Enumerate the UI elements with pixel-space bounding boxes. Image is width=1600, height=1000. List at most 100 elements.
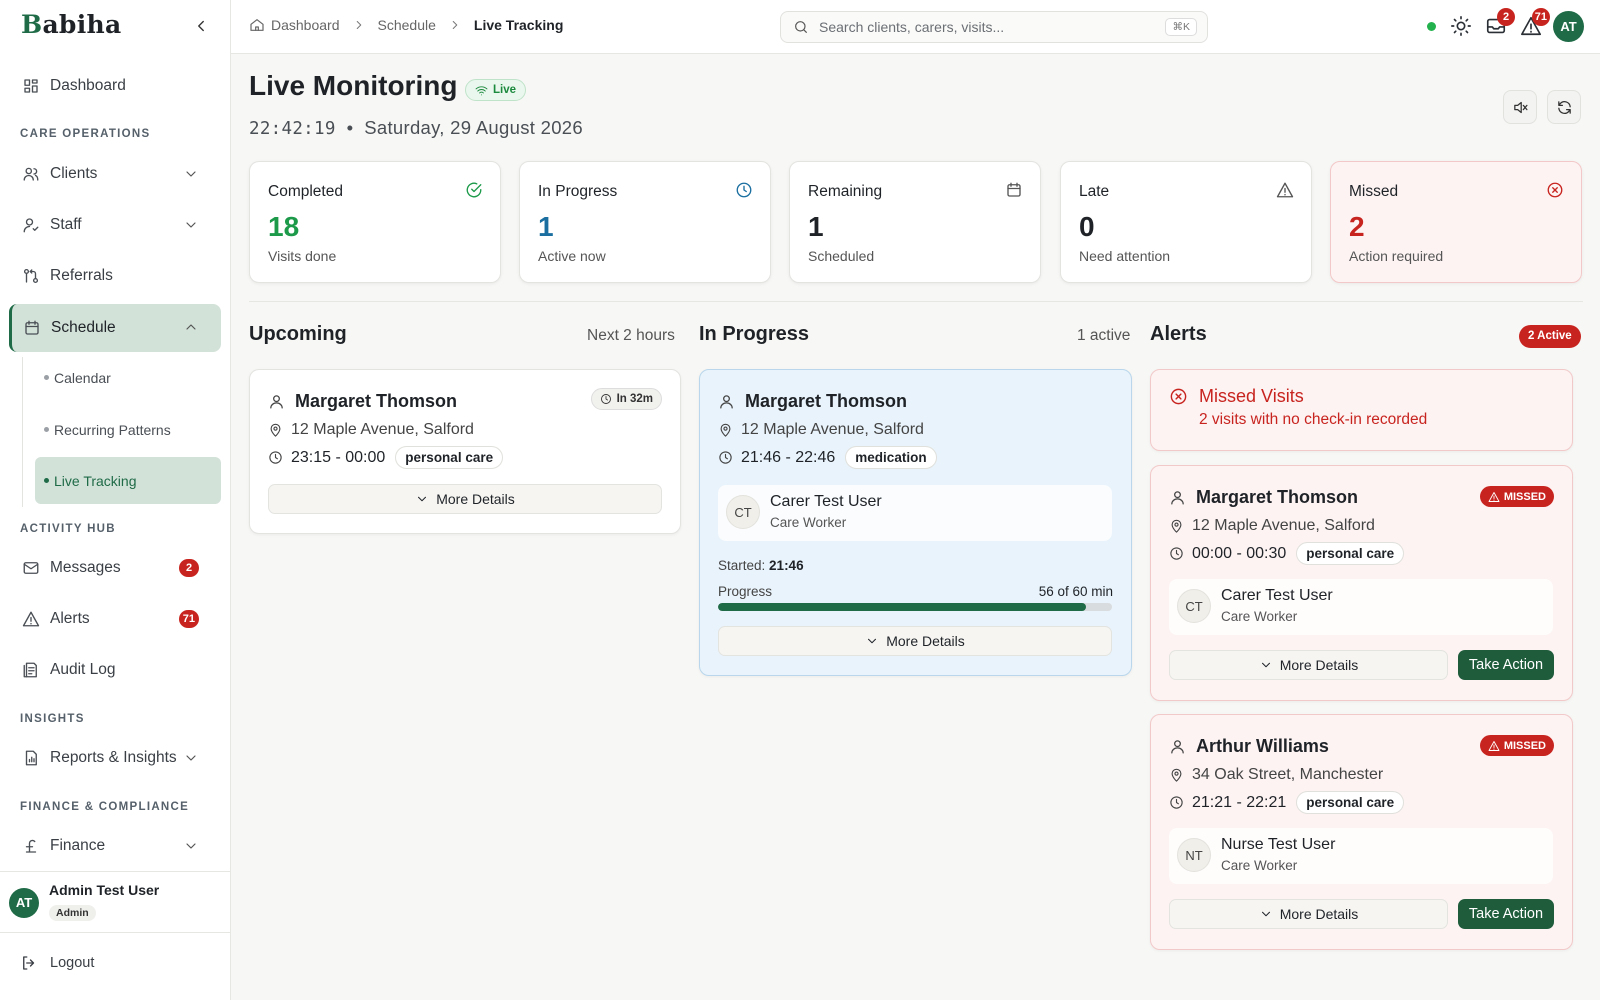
stat-label: Remaining: [808, 183, 883, 200]
sidebar-item-finance[interactable]: Finance: [9, 823, 221, 869]
stat-label: In Progress: [538, 183, 618, 200]
carer-name: Carer Test User: [1221, 587, 1333, 604]
chevron-right-icon: [452, 20, 458, 30]
eta-text: In 32m: [616, 393, 653, 405]
sidebar-item-messages[interactable]: Messages 2: [9, 545, 221, 591]
map-pin-icon: [1171, 768, 1182, 782]
x-circle-icon: [1170, 388, 1187, 405]
sidebar-item-label: Finance: [50, 837, 106, 854]
section-insights: INSIGHTS: [20, 713, 85, 725]
refresh-button[interactable]: [1547, 90, 1581, 124]
logo-initial: B: [21, 10, 43, 39]
chevron-down-icon: [1261, 662, 1270, 668]
pound-icon: [25, 839, 37, 853]
alerts-button[interactable]: 71: [1520, 8, 1550, 37]
current-user[interactable]: AT Admin Test User Admin: [0, 871, 231, 933]
stat-label: Late: [1079, 183, 1110, 200]
sidebar-item-staff[interactable]: Staff: [9, 202, 221, 248]
logout-button[interactable]: Logout: [20, 954, 94, 972]
client-address: 12 Maple Avenue, Salford: [1169, 517, 1375, 535]
visit-time: 21:46 - 22:46 medication: [718, 446, 937, 469]
sidebar-item-schedule[interactable]: Schedule: [9, 304, 221, 352]
sidebar-item-alerts[interactable]: Alerts 71: [9, 596, 221, 642]
more-details-button[interactable]: More Details: [1169, 899, 1448, 929]
clock-icon: [600, 394, 611, 404]
upcoming-visit-card: Margaret Thomson In 32m 12 Maple Avenue,…: [249, 369, 681, 534]
sidebar-subitem-recurring-patterns[interactable]: Recurring Patterns: [35, 406, 221, 453]
breadcrumb-dashboard[interactable]: Dashboard: [271, 17, 340, 33]
current-date: Saturday, 29 August 2026: [364, 117, 583, 138]
chevron-up-icon: [186, 324, 196, 330]
sidebar-item-audit-log[interactable]: Audit Log: [9, 647, 221, 693]
online-status-indicator: [1427, 22, 1436, 31]
client-name: Margaret Thomson: [718, 391, 907, 412]
app-logo[interactable]: Babiha: [21, 10, 122, 39]
started-time: Started: 21:46: [718, 558, 804, 573]
collapse-sidebar-icon[interactable]: [192, 17, 212, 37]
live-label: Live: [493, 84, 517, 96]
calendar-icon: [1007, 182, 1021, 197]
stat-value: 0: [1079, 211, 1095, 242]
sidebar-item-referrals[interactable]: Referrals: [9, 253, 221, 299]
sidebar-item-dashboard[interactable]: Dashboard: [9, 63, 221, 109]
missed-status-badge: MISSED: [1479, 735, 1554, 756]
upcoming-heading: Upcoming: [249, 323, 347, 345]
status-text: MISSED: [1503, 739, 1546, 752]
staff-icon: [23, 218, 39, 233]
sidebar-subitem-live-tracking[interactable]: Live Tracking: [35, 457, 221, 504]
progress-value: 56 of 60 min: [1038, 584, 1113, 599]
messages-button[interactable]: 2: [1485, 8, 1515, 37]
stat-value: 18: [268, 211, 300, 242]
active-alerts-badge: 2 Active: [1519, 325, 1581, 348]
more-details-button[interactable]: More Details: [718, 626, 1112, 656]
theme-toggle-button[interactable]: [1450, 15, 1472, 37]
started-value: 21:46: [769, 558, 804, 573]
more-details-label: More Details: [1279, 657, 1359, 673]
sidebar-item-label: Schedule: [51, 319, 116, 336]
user-avatar-button[interactable]: AT: [1553, 11, 1584, 42]
stat-card-missed: Missed 2 Action required: [1330, 161, 1582, 283]
map-pin-icon: [720, 423, 731, 437]
client-address: 34 Oak Street, Manchester: [1169, 766, 1383, 784]
time-text: 21:21 - 22:21: [1192, 793, 1287, 811]
carer-avatar: CT: [1177, 589, 1211, 623]
visit-type-tag: medication: [845, 446, 937, 469]
chevron-down-icon: [1261, 911, 1270, 917]
refresh-icon: [1557, 100, 1571, 114]
visit-time: 21:21 - 22:21 personal care: [1169, 791, 1405, 814]
global-search[interactable]: ⌘K: [780, 11, 1208, 43]
clock-icon: [1170, 796, 1183, 809]
client-name: Margaret Thomson: [1169, 487, 1358, 508]
mute-button[interactable]: [1503, 90, 1537, 124]
sidebar-item-label: Clients: [50, 165, 98, 182]
users-icon: [23, 167, 39, 181]
progress-label: Progress: [718, 584, 773, 599]
sidebar-item-reports[interactable]: Reports & Insights: [9, 735, 221, 781]
address-text: 34 Oak Street, Manchester: [1192, 766, 1384, 783]
sidebar-item-clients[interactable]: Clients: [9, 151, 221, 197]
chevron-down-icon: [868, 638, 877, 644]
user-icon: [1171, 491, 1184, 505]
clock-icon: [1170, 547, 1183, 560]
more-details-button[interactable]: More Details: [268, 484, 662, 514]
home-icon: [250, 19, 264, 31]
live-status-badge: Live: [465, 79, 527, 101]
x-circle-icon: [1547, 182, 1563, 198]
more-details-button[interactable]: More Details: [1169, 650, 1448, 680]
carer-role: Care Worker: [1221, 609, 1298, 624]
stat-subtitle: Scheduled: [808, 248, 875, 264]
logo-text: abiha: [42, 10, 122, 39]
user-icon: [720, 395, 733, 409]
clock-icon: [719, 451, 732, 464]
take-action-button[interactable]: Take Action: [1458, 650, 1554, 680]
sidebar-subitem-calendar[interactable]: Calendar: [35, 354, 221, 401]
search-input[interactable]: [819, 19, 1149, 35]
take-action-button[interactable]: Take Action: [1458, 899, 1554, 929]
logout-label: Logout: [50, 955, 95, 971]
stat-label: Missed: [1349, 183, 1399, 200]
progress-bar: [718, 603, 1112, 611]
breadcrumb-schedule[interactable]: Schedule: [378, 17, 436, 33]
in-progress-meta: 1 active: [1077, 327, 1131, 344]
carer-name: Carer Test User: [770, 493, 882, 510]
volume-mute-icon: [1513, 101, 1528, 113]
